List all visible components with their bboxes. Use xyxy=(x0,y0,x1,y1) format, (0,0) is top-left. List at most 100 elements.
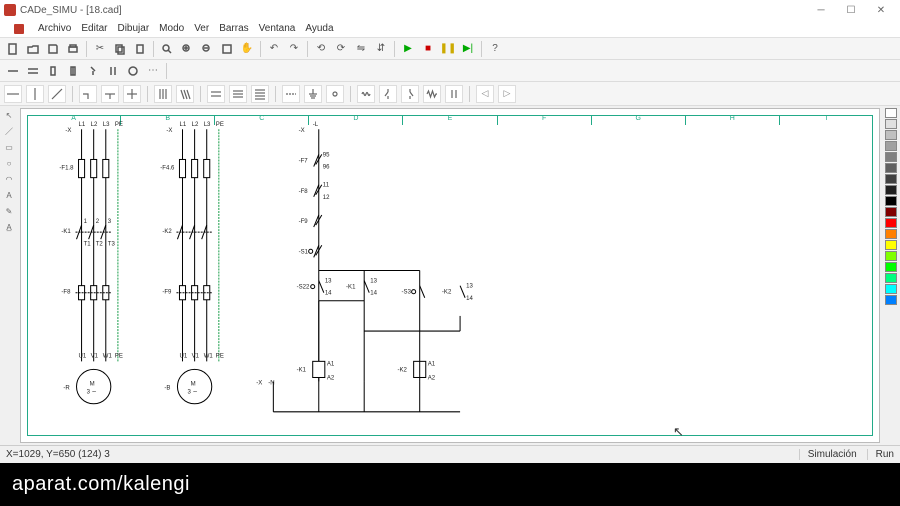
color-swatch[interactable] xyxy=(885,163,897,173)
rot-left-icon[interactable]: ⟲ xyxy=(312,40,330,58)
pal-3line-h[interactable] xyxy=(229,85,247,103)
cat-wire-icon[interactable] xyxy=(4,62,22,80)
erase-icon[interactable]: ✎ xyxy=(2,204,16,218)
color-swatch[interactable] xyxy=(885,108,897,118)
new-icon[interactable] xyxy=(4,40,22,58)
color-swatch[interactable] xyxy=(885,229,897,239)
redo-icon[interactable]: ↷ xyxy=(285,40,303,58)
pal-cap[interactable] xyxy=(445,85,463,103)
color-swatch[interactable] xyxy=(885,152,897,162)
svg-text:-F8: -F8 xyxy=(299,189,309,195)
pal-no[interactable] xyxy=(401,85,419,103)
zoom-out-icon[interactable] xyxy=(198,40,216,58)
color-swatch[interactable] xyxy=(885,273,897,283)
save-icon[interactable] xyxy=(44,40,62,58)
watermark: aparat.com/kalengi xyxy=(12,473,190,496)
pal-tee[interactable] xyxy=(101,85,119,103)
cat-more-icon[interactable]: ⋯ xyxy=(144,62,162,80)
color-swatch[interactable] xyxy=(885,174,897,184)
pan-icon[interactable]: ✋ xyxy=(238,40,256,58)
pointer-icon[interactable]: ↖ xyxy=(2,108,16,122)
close-button[interactable]: ✕ xyxy=(866,0,896,20)
window-controls: ─ ☐ ✕ xyxy=(806,0,896,20)
svg-text:PE: PE xyxy=(216,353,224,359)
open-icon[interactable] xyxy=(24,40,42,58)
pal-ground[interactable] xyxy=(304,85,322,103)
arc-icon[interactable]: ◠ xyxy=(2,172,16,186)
mirror-v-icon[interactable]: ⇵ xyxy=(372,40,390,58)
pal-2line-h[interactable] xyxy=(207,85,225,103)
pal-arrow-l[interactable]: ◁ xyxy=(476,85,494,103)
cut-icon[interactable]: ✂ xyxy=(91,40,109,58)
stop-icon[interactable]: ■ xyxy=(419,40,437,58)
pal-terminal[interactable] xyxy=(326,85,344,103)
circle-icon[interactable]: ○ xyxy=(2,156,16,170)
help-icon[interactable]: ? xyxy=(486,40,504,58)
zoom-fit-icon[interactable] xyxy=(158,40,176,58)
pal-line-v[interactable] xyxy=(26,85,44,103)
color-swatch[interactable] xyxy=(885,130,897,140)
menu-barras[interactable]: Barras xyxy=(219,23,248,34)
color-swatch[interactable] xyxy=(885,196,897,206)
cat-motor-icon[interactable] xyxy=(124,62,142,80)
zoom-in-icon[interactable] xyxy=(178,40,196,58)
color-swatch[interactable] xyxy=(885,218,897,228)
color-swatch[interactable] xyxy=(885,284,897,294)
menu-archivo[interactable]: Archivo xyxy=(38,23,71,34)
drawing-canvas[interactable]: ABCDEFGHI L1L2L3PE -X -F1.8 xyxy=(20,108,880,443)
print-icon[interactable] xyxy=(64,40,82,58)
menu-dibujar[interactable]: Dibujar xyxy=(117,23,149,34)
run-icon[interactable]: ▶ xyxy=(399,40,417,58)
pal-3ph-vert[interactable] xyxy=(154,85,172,103)
cat-breaker-icon[interactable] xyxy=(84,62,102,80)
cat-contactor-icon[interactable] xyxy=(104,62,122,80)
color-swatch[interactable] xyxy=(885,251,897,261)
menu-modo[interactable]: Modo xyxy=(159,23,184,34)
pal-3ph-angle[interactable] xyxy=(176,85,194,103)
color-swatch[interactable] xyxy=(885,119,897,129)
pal-4line-h[interactable] xyxy=(251,85,269,103)
svg-text:96: 96 xyxy=(323,165,330,171)
color-swatch[interactable] xyxy=(885,240,897,250)
color-swatch[interactable] xyxy=(885,295,897,305)
svg-text:-K2: -K2 xyxy=(162,229,172,235)
pal-nc[interactable] xyxy=(379,85,397,103)
menu-ventana[interactable]: Ventana xyxy=(259,23,296,34)
mirror-h-icon[interactable]: ⇋ xyxy=(352,40,370,58)
title-bar: CADe_SIMU - [18.cad] ─ ☐ ✕ xyxy=(0,0,900,20)
minimize-button[interactable]: ─ xyxy=(806,0,836,20)
step-icon[interactable]: ▶| xyxy=(459,40,477,58)
maximize-button[interactable]: ☐ xyxy=(836,0,866,20)
undo-icon[interactable]: ↶ xyxy=(265,40,283,58)
rect-icon[interactable]: ▭ xyxy=(2,140,16,154)
color-swatch[interactable] xyxy=(885,185,897,195)
line-icon[interactable]: ／ xyxy=(2,124,16,138)
color-swatch[interactable] xyxy=(885,141,897,151)
text-icon[interactable]: A xyxy=(2,188,16,202)
menu-editar[interactable]: Editar xyxy=(81,23,107,34)
rot-right-icon[interactable]: ⟳ xyxy=(332,40,350,58)
color-swatch[interactable] xyxy=(885,207,897,217)
pause-icon[interactable]: ❚❚ xyxy=(439,40,457,58)
main-toolbar: ✂ ✋ ↶ ↷ ⟲ ⟳ ⇋ ⇵ ▶ ■ ❚❚ ▶| ? xyxy=(0,38,900,60)
cat-protection-icon[interactable] xyxy=(44,62,62,80)
pal-arrow-r[interactable]: ▷ xyxy=(498,85,516,103)
pal-line-d[interactable] xyxy=(48,85,66,103)
svg-text:-K1: -K1 xyxy=(346,285,356,291)
cat-power-icon[interactable] xyxy=(24,62,42,80)
pal-dash[interactable] xyxy=(282,85,300,103)
copy-icon[interactable] xyxy=(111,40,129,58)
paste-icon[interactable] xyxy=(131,40,149,58)
pal-resistor[interactable] xyxy=(423,85,441,103)
cat-fuse-icon[interactable] xyxy=(64,62,82,80)
measure-icon[interactable]: A̲ xyxy=(2,220,16,234)
color-swatch[interactable] xyxy=(885,262,897,272)
pal-corner[interactable] xyxy=(79,85,97,103)
pal-coil[interactable] xyxy=(357,85,375,103)
zoom-window-icon[interactable] xyxy=(218,40,236,58)
menu-ayuda[interactable]: Ayuda xyxy=(305,23,333,34)
menu-ver[interactable]: Ver xyxy=(194,23,209,34)
svg-text:T3: T3 xyxy=(108,241,116,247)
pal-line-h[interactable] xyxy=(4,85,22,103)
pal-cross[interactable] xyxy=(123,85,141,103)
